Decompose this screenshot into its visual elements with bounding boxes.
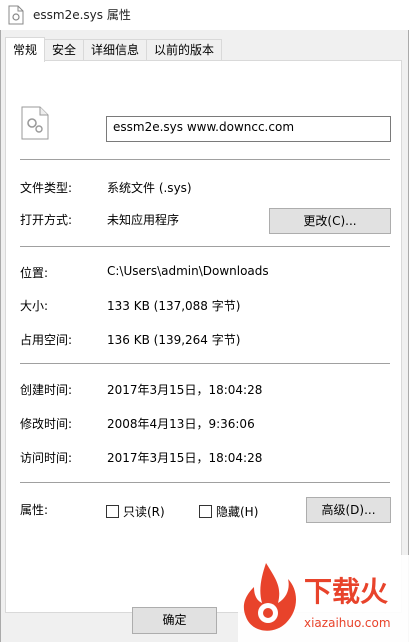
ok-button[interactable]: 确定 xyxy=(132,607,217,634)
change-button[interactable]: 更改(C)... xyxy=(269,208,391,234)
separator xyxy=(20,246,390,247)
opens-with-label: 打开方式: xyxy=(20,213,73,227)
title-bar: essm2e.sys 属性 xyxy=(0,0,409,30)
system-file-gear-icon xyxy=(21,106,49,140)
advanced-button[interactable]: 高级(D)... xyxy=(306,497,391,523)
separator xyxy=(20,482,390,483)
tab-previous-versions[interactable]: 以前的版本 xyxy=(146,39,223,61)
location-value: C:\Users\admin\Downloads xyxy=(107,264,269,278)
accessed-label: 访问时间: xyxy=(20,451,73,465)
watermark-domain: xiazaihuo.com xyxy=(304,616,391,630)
opens-with-value: 未知应用程序 xyxy=(107,213,180,227)
checkbox-box[interactable] xyxy=(106,505,119,518)
hidden-checkbox[interactable]: 隐藏(H) xyxy=(199,503,258,520)
separator xyxy=(20,159,390,160)
created-label: 创建时间: xyxy=(20,383,73,397)
separator xyxy=(20,363,390,364)
accessed-value: 2017年3月15日，18:04:28 xyxy=(107,451,263,465)
file-type-value: 系统文件 (.sys) xyxy=(107,181,192,195)
tab-strip: 常规 安全 详细信息 以前的版本 xyxy=(5,37,223,62)
tab-security[interactable]: 安全 xyxy=(44,39,85,61)
checkbox-box[interactable] xyxy=(199,505,212,518)
readonly-label: 只读(R) xyxy=(123,505,165,519)
created-value: 2017年3月15日，18:04:28 xyxy=(107,383,263,397)
watermark-brand: 下载火 xyxy=(304,575,388,608)
size-value: 133 KB (137,088 字节) xyxy=(107,299,241,313)
system-file-icon xyxy=(8,5,24,25)
attributes-label: 属性: xyxy=(20,503,49,517)
size-label: 大小: xyxy=(20,299,49,313)
general-panel: essm2e.sys www.downcc.com 文件类型: 系统文件 (.s… xyxy=(5,60,402,613)
location-label: 位置: xyxy=(20,266,49,280)
tab-general[interactable]: 常规 xyxy=(5,37,46,62)
tab-details[interactable]: 详细信息 xyxy=(83,39,148,61)
hidden-label: 隐藏(H) xyxy=(216,505,259,519)
readonly-checkbox[interactable]: 只读(R) xyxy=(106,503,165,520)
modified-label: 修改时间: xyxy=(20,417,73,431)
modified-value: 2008年4月13日，9:36:06 xyxy=(107,417,255,431)
window-title: essm2e.sys 属性 xyxy=(33,8,131,22)
properties-dialog: 常规 安全 详细信息 以前的版本 essm2e.sys www.downcc.c… xyxy=(0,30,409,642)
file-type-label: 文件类型: xyxy=(20,181,73,195)
downloadfire-watermark: 下载火 xiazaihuo.com xyxy=(238,555,409,642)
file-name-input[interactable]: essm2e.sys www.downcc.com xyxy=(106,116,391,142)
size-on-disk-label: 占用空间: xyxy=(20,333,73,347)
size-on-disk-value: 136 KB (139,264 字节) xyxy=(107,333,241,347)
